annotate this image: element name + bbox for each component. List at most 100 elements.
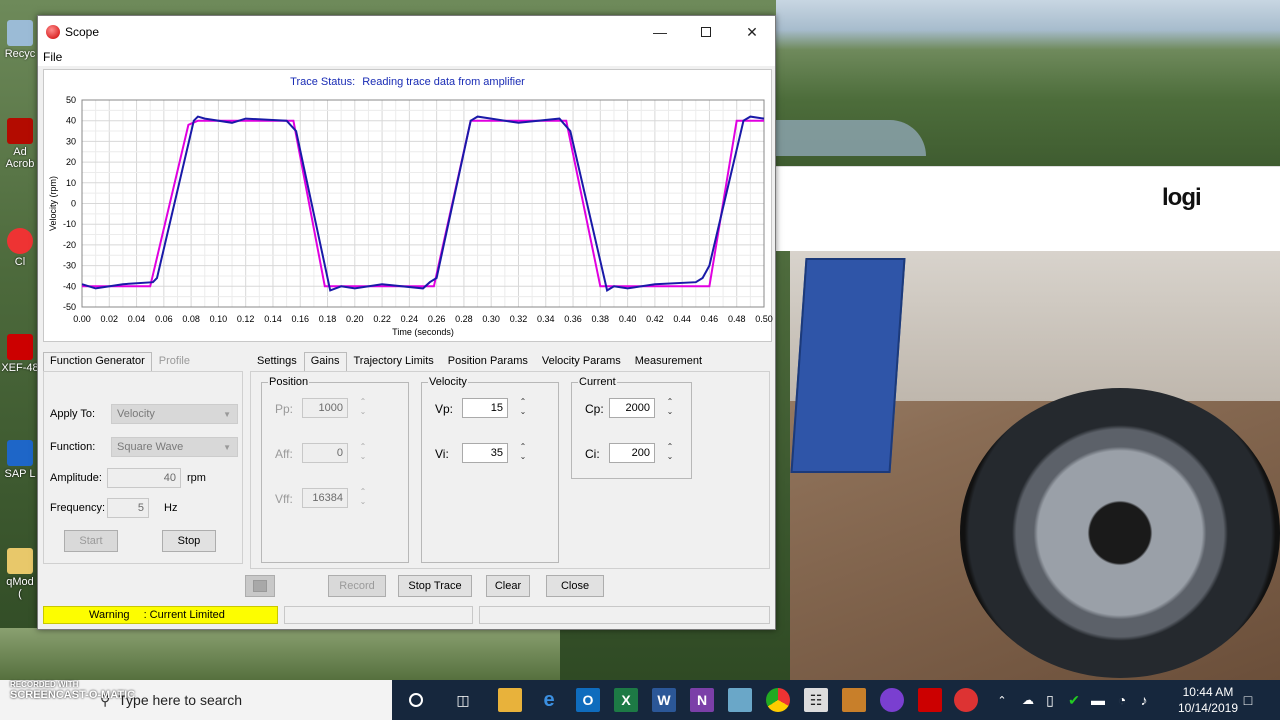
tab-measurement[interactable]: Measurement [628, 352, 709, 372]
clock[interactable]: 10:44 AM 10/14/2019 [1178, 684, 1238, 716]
desktop-icon-adobe[interactable]: Ad Acrob [0, 118, 40, 170]
amplitude-input[interactable]: 40 [107, 468, 181, 488]
app-icon[interactable] [728, 688, 752, 712]
scope-taskbar-icon[interactable] [954, 688, 978, 712]
warning-label: Warning [89, 609, 130, 621]
cp-input[interactable]: 2000 [609, 398, 655, 418]
notifications-icon[interactable]: □ [1236, 688, 1260, 712]
cp-spinner[interactable]: ⌃ ⌄ [665, 397, 675, 417]
wifi-icon[interactable]: ◔ [1110, 688, 1134, 712]
word-icon[interactable]: W [652, 688, 676, 712]
vi-spinner[interactable]: ⌃ ⌄ [518, 442, 528, 462]
vff-spinner[interactable]: ⌃ ⌄ [358, 487, 368, 507]
chevron-up-icon: ⌃ [359, 442, 367, 451]
desktop-icon-sap[interactable]: SAP L [0, 440, 40, 480]
maximize-button[interactable] [683, 16, 729, 48]
vi-input[interactable]: 35 [462, 443, 508, 463]
tab-gains[interactable]: Gains [303, 352, 347, 372]
recorder-watermark: RECORDED WITH SCREENCAST-O-MATIC [10, 680, 135, 701]
file-explorer-icon[interactable] [498, 688, 522, 712]
status-field-2 [284, 606, 473, 624]
chevron-up-icon[interactable]: ⌃ [990, 688, 1014, 712]
apply-to-row: Apply To: Velocity ▼ [50, 404, 238, 424]
battery-icon[interactable]: ▬ [1086, 688, 1110, 712]
desktop-icon-qmod[interactable]: qMod( [0, 548, 40, 600]
title-bar[interactable]: Scope — ✕ [38, 16, 775, 48]
minimize-button[interactable]: — [637, 16, 683, 48]
recorder-icon[interactable] [880, 688, 904, 712]
ci-value: 200 [631, 447, 650, 459]
tab-position-params[interactable]: Position Params [441, 352, 535, 372]
x-tick-label: 0.14 [264, 314, 282, 324]
close-button[interactable]: Close [546, 575, 604, 597]
aff-spinner[interactable]: ⌃ ⌄ [358, 442, 368, 462]
aff-input[interactable]: 0 [302, 443, 348, 463]
stop-trace-button[interactable]: Stop Trace [398, 575, 472, 597]
desktop-icon-chrome[interactable]: Cl [0, 228, 40, 268]
record-button[interactable]: Record [328, 575, 386, 597]
vp-label: Vp: [435, 402, 454, 416]
tab-function-generator[interactable]: Function Generator [43, 352, 152, 372]
desktop-icon-label: Cl [14, 256, 26, 268]
tab-velocity-params[interactable]: Velocity Params [535, 352, 628, 372]
desktop-icon-label: ( [18, 588, 22, 600]
amplitude-value: 40 [163, 472, 176, 484]
y-axis-label: Velocity (rpm) [48, 176, 58, 231]
shield-icon[interactable]: ✔ [1062, 688, 1086, 712]
vff-input[interactable]: 16384 [302, 488, 348, 508]
frequency-input[interactable]: 5 [107, 498, 149, 518]
pp-spinner[interactable]: ⌃ ⌄ [358, 397, 368, 417]
close-window-button[interactable]: ✕ [729, 16, 775, 48]
edge-icon[interactable]: e [537, 688, 561, 712]
position-group-title: Position [268, 376, 310, 388]
ci-input[interactable]: 200 [609, 443, 655, 463]
y-tick-label: -40 [63, 281, 76, 291]
chrome-taskbar-icon[interactable] [766, 688, 790, 712]
acrobat-icon [7, 118, 33, 144]
function-select[interactable]: Square Wave ▼ [111, 437, 238, 457]
excel-icon[interactable]: X [614, 688, 638, 712]
y-tick-label: -50 [63, 302, 76, 312]
clear-button[interactable]: Clear [486, 575, 530, 597]
desktop-icon-recycle[interactable]: Recyc [0, 20, 40, 60]
menu-file[interactable]: File [43, 50, 62, 64]
acrobat-taskbar-icon[interactable] [918, 688, 942, 712]
calculator-icon[interactable]: ☷ [804, 688, 828, 712]
volume-icon[interactable]: ♪ [1132, 688, 1156, 712]
network-icon[interactable]: ☁ [1016, 688, 1040, 712]
pp-input[interactable]: 1000 [302, 398, 348, 418]
tab-profile[interactable]: Profile [152, 352, 197, 372]
vp-spinner[interactable]: ⌃ ⌄ [518, 397, 528, 417]
desktop-icon-label: Recyc [4, 48, 36, 60]
scope-app-icon [46, 25, 60, 39]
desktop-wallpaper-lower [0, 628, 560, 680]
desktop-icon-label: SAP L [4, 468, 36, 480]
trace-plot-area: Trace Status: Reading trace data from am… [43, 69, 773, 342]
x-tick-label: 0.40 [619, 314, 637, 324]
pp-value: 1000 [318, 402, 343, 414]
snipping-icon[interactable] [842, 688, 866, 712]
vp-input[interactable]: 15 [462, 398, 508, 418]
desktop-icon-label: Ad [13, 146, 27, 158]
x-tick-label: 0.04 [128, 314, 146, 324]
current-group-title: Current [578, 376, 617, 388]
ci-spinner[interactable]: ⌃ ⌄ [665, 442, 675, 462]
apply-to-select[interactable]: Velocity ▼ [111, 404, 238, 424]
desktop-icon-xef[interactable]: XEF-48 [0, 334, 40, 374]
x-tick-label: 0.12 [237, 314, 255, 324]
task-view-icon[interactable]: ◫ [451, 688, 475, 712]
tab-trajectory-limits[interactable]: Trajectory Limits [347, 352, 441, 372]
onenote-icon[interactable]: N [690, 688, 714, 712]
usb-icon[interactable]: ▯ [1038, 688, 1062, 712]
save-button[interactable] [245, 575, 275, 597]
x-tick-label: 0.48 [728, 314, 746, 324]
chevron-down-icon: ⌄ [519, 407, 527, 416]
stop-button[interactable]: Stop [162, 530, 216, 552]
y-tick-label: -20 [63, 240, 76, 250]
y-tick-label: 20 [66, 157, 76, 167]
start-button[interactable]: Start [64, 530, 118, 552]
cortana-icon[interactable] [404, 688, 428, 712]
tab-settings[interactable]: Settings [250, 352, 304, 372]
desktop-icon-label: qMod [6, 576, 34, 588]
outlook-icon[interactable]: O [576, 688, 600, 712]
